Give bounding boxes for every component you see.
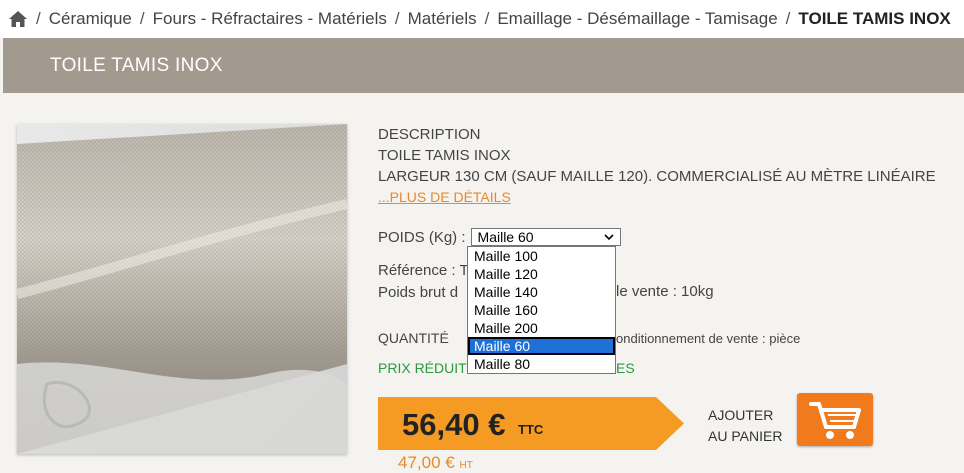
breadcrumb-item-fours[interactable]: Fours - Réfractaires - Matériels [153,9,387,29]
poids-select-value: Maille 60 [477,229,534,245]
dropdown-option-selected[interactable]: Maille 60 [468,337,615,355]
price-ht-value: 47,00 € [398,453,455,472]
price-ht: 47,00 € HT [398,453,473,473]
product-name: TOILE TAMIS INOX [378,147,511,164]
more-details-link[interactable]: ...PLUS DE DÉTAILS [378,189,511,205]
dropdown-option[interactable]: Maille 100 [468,247,615,265]
conditionnement-text: onditionnement de vente : pièce [616,331,801,346]
promo-text-tail: ES [616,360,635,376]
dropdown-option[interactable]: Maille 120 [468,265,615,283]
cart-icon [809,402,861,439]
add-to-cart-button[interactable] [797,393,873,446]
poids-row: POIDS (Kg) : Maille 60 [378,228,621,246]
price-value: 56,40 € [402,407,506,442]
price-ht-unit: HT [459,460,473,471]
breadcrumb-item-emaillage[interactable]: Emaillage - Désémaillage - Tamisage [497,9,777,29]
dropdown-option[interactable]: Maille 140 [468,283,615,301]
dropdown-option[interactable]: Maille 160 [468,301,615,319]
mesh-roll-picture [17,124,347,454]
page-title-banner: TOILE TAMIS INOX [3,38,964,93]
reference-label: Référence : T [378,262,469,279]
product-description-text: LARGEUR 130 CM (SAUF MAILLE 120). COMMER… [378,168,936,185]
product-description: DESCRIPTION TOILE TAMIS INOX LARGEUR 130… [378,124,936,208]
breadcrumb-current: TOILE TAMIS INOX [798,9,951,28]
add-to-cart-label-line1: AJOUTER [708,407,774,423]
breadcrumb-separator: / [139,9,145,28]
promo-text: PRIX RÉDUIT [378,360,467,376]
unite-vente-text: le vente : 10kg [616,283,714,300]
chevron-down-icon [603,234,614,241]
quantite-label: QUANTITÉ [378,330,449,346]
price-box: 56,40 € TTC [378,397,684,450]
price-unit: TTC [518,422,544,437]
description-heading: DESCRIPTION [378,126,481,143]
breadcrumb-item-materiels[interactable]: Matériels [408,9,477,29]
page-title: TOILE TAMIS INOX [50,54,223,76]
add-to-cart-label-line2: AU PANIER [708,428,783,444]
reference-info: Référence : T Poids brut d [378,260,469,304]
breadcrumb-item-ceramique[interactable]: Céramique [49,9,132,29]
breadcrumb-separator: / [484,9,490,28]
poids-brut-label: Poids brut d [378,284,459,301]
breadcrumb-separator: / [394,9,400,28]
poids-label: POIDS (Kg) : [378,228,466,246]
dropdown-option[interactable]: Maille 200 [468,319,615,337]
dropdown-option[interactable]: Maille 80 [468,355,615,373]
product-image[interactable] [17,124,347,454]
add-to-cart-label[interactable]: AJOUTER AU PANIER [708,405,782,447]
poids-select[interactable]: Maille 60 [470,228,621,246]
breadcrumb: / Céramique / Fours - Réfractaires - Mat… [0,0,964,38]
poids-dropdown-list[interactable]: Maille 100 Maille 120 Maille 140 Maille … [467,246,616,374]
breadcrumb-separator: / [785,9,791,28]
breadcrumb-separator: / [36,9,41,28]
home-icon[interactable] [8,10,28,28]
